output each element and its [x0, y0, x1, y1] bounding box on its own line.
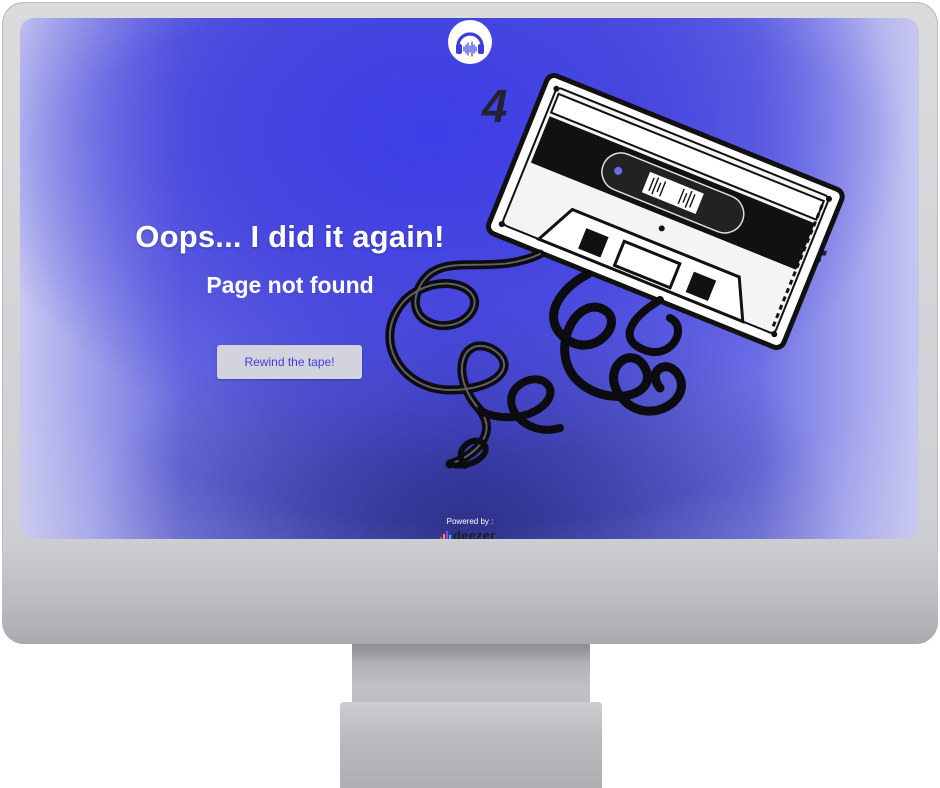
- page-title: Oops... I did it again!: [135, 219, 445, 254]
- powered-by-label: Powered by :: [446, 517, 494, 526]
- cassette-tape-icon: 4 4: [385, 73, 845, 469]
- screen: 4 4: [20, 18, 919, 539]
- headphones-icon: [452, 24, 488, 60]
- deezer-logo[interactable]: deezer: [440, 527, 520, 539]
- monitor-stand-base: [340, 702, 602, 788]
- rewind-tape-button[interactable]: Rewind the tape!: [217, 345, 362, 379]
- page-subtitle: Page not found: [206, 272, 374, 298]
- deezer-wordmark: deezer: [453, 527, 496, 540]
- monitor-chin: [2, 551, 938, 644]
- imac-mockup: 4 4: [0, 0, 940, 788]
- headphones-logo[interactable]: [448, 20, 492, 64]
- decor-digit-left: 4: [481, 80, 508, 132]
- deezer-bars-icon: [440, 530, 451, 539]
